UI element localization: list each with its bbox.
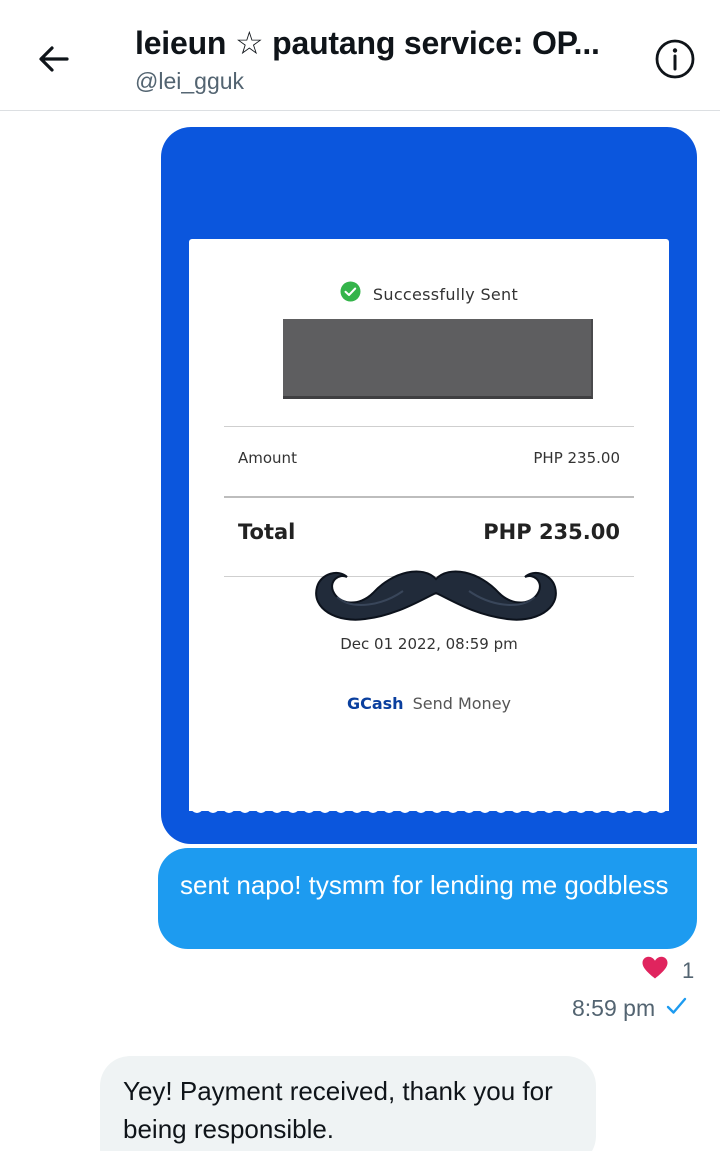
message-reaction[interactable]: 1: [642, 956, 694, 985]
received-message-bubble[interactable]: Yey! Payment received, thank you for bei…: [100, 1056, 596, 1151]
status-row: Successfully Sent: [189, 281, 669, 307]
mustache-sticker-icon: [313, 561, 559, 641]
sent-message-text: sent napo! tysmm for lending me godbless: [180, 870, 669, 900]
heart-icon: [642, 956, 668, 985]
check-icon: [665, 995, 687, 1022]
arrow-left-icon: [36, 42, 70, 81]
total-row: Total PHP 235.00: [238, 520, 620, 544]
info-button[interactable]: [652, 38, 698, 84]
conversation-header: leieun ☆ pautang service: OP... @lei_ggu…: [0, 0, 720, 111]
amount-value: PHP 235.00: [533, 449, 620, 467]
check-circle-icon: [340, 281, 361, 307]
total-label: Total: [238, 520, 296, 544]
sent-message-bubble[interactable]: sent napo! tysmm for lending me godbless: [158, 848, 697, 949]
conversation-title: leieun ☆ pautang service: OP...: [135, 25, 600, 61]
divider: [224, 496, 634, 498]
reaction-count: 1: [682, 957, 695, 983]
conversation-title-block[interactable]: leieun ☆ pautang service: OP... @lei_ggu…: [135, 24, 635, 95]
status-text: Successfully Sent: [372, 284, 519, 304]
total-value: PHP 235.00: [483, 520, 620, 544]
receipt-zigzag-edge: [189, 803, 669, 813]
info-icon: [654, 38, 696, 85]
amount-row: Amount PHP 235.00: [238, 449, 620, 467]
message-time: 8:59 pm: [572, 995, 656, 1021]
conversation-handle: @lei_gguk: [135, 68, 245, 94]
gcash-footer: GCash Send Money: [189, 694, 669, 713]
message-meta: 8:59 pm: [572, 995, 687, 1022]
gcash-subtitle: Send Money: [412, 694, 512, 713]
receipt-card: Successfully Sent Amount PHP 235.00 Tota…: [189, 239, 669, 811]
received-message-text: Yey! Payment received, thank you for bei…: [123, 1076, 553, 1144]
amount-label: Amount: [238, 449, 297, 467]
redacted-recipient: [283, 319, 593, 399]
image-message[interactable]: Successfully Sent Amount PHP 235.00 Tota…: [161, 127, 697, 844]
back-button[interactable]: [30, 38, 76, 84]
gcash-brand: GCash: [346, 694, 404, 713]
divider: [224, 426, 634, 427]
